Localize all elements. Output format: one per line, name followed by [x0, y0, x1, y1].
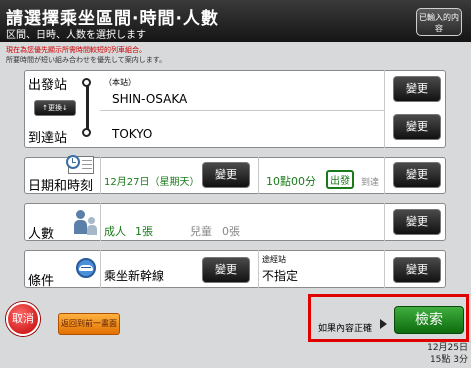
arrival-station: TOKYO	[112, 127, 153, 141]
entered-content-button[interactable]: 已輸入的内容	[416, 8, 462, 36]
people-vdivider-1	[100, 203, 101, 241]
route-vdivider	[384, 70, 385, 148]
train-type: 乘坐新幹線	[104, 269, 165, 283]
notice-text: 現在為您優先顯示所需時間較短的列車組合。	[6, 46, 146, 54]
datetime-vdivider-3	[384, 157, 385, 194]
change-train-type-button[interactable]: 變更	[202, 257, 250, 283]
via-label: 途經站	[262, 255, 286, 264]
back-button[interactable]: 返回到前一畫面	[58, 313, 120, 335]
conditions-vdivider-3	[384, 250, 385, 288]
people-vdivider-2	[384, 203, 385, 241]
change-arrival-button[interactable]: 變更	[393, 114, 441, 140]
datetime-date: 12月27日（星期天）	[104, 177, 200, 188]
change-people-button[interactable]: 變更	[393, 209, 441, 235]
datetime-label: 日期和時刻	[28, 179, 94, 194]
arrival-label: 到達站	[28, 131, 68, 146]
datetime-vdivider-1	[100, 157, 101, 194]
search-button[interactable]: 檢索	[394, 306, 464, 334]
departure-note: （本站）	[104, 78, 136, 87]
arrow-right-icon	[380, 319, 387, 329]
datetime-time: 10點00分	[266, 175, 316, 188]
cancel-button[interactable]: 取消	[6, 302, 40, 336]
conditions-vdivider-2	[258, 250, 259, 288]
via-value: 不指定	[262, 269, 299, 283]
change-date-button[interactable]: 變更	[202, 162, 250, 188]
header-bar: 請選擇乘坐區間·時間·人數 区間、日時、人数を選択します 已輸入的内容	[0, 0, 471, 42]
change-time-button[interactable]: 變更	[393, 162, 441, 188]
route-divider	[100, 110, 384, 111]
depart-tag: 出發	[326, 170, 354, 189]
conditions-vdivider-1	[100, 250, 101, 288]
departure-label: 出發站	[28, 78, 68, 93]
arrive-tag: 到達	[361, 178, 380, 188]
people-label: 人數	[28, 227, 55, 242]
child-count: 0張	[222, 225, 240, 238]
page-subtitle: 区間、日時、人数を選択します	[6, 30, 146, 41]
confirm-text: 如果內容正確	[318, 324, 373, 334]
shinkansen-icon	[76, 258, 96, 282]
route-line	[86, 82, 89, 132]
route-dot-end-icon	[82, 128, 91, 137]
calendar-clock-icon	[66, 155, 94, 174]
adult-label: 成人	[104, 225, 126, 238]
adult-count: 1張	[135, 225, 153, 238]
child-label: 兒童	[190, 225, 212, 238]
departure-station: SHIN-OSAKA	[112, 92, 188, 106]
swap-stations-button[interactable]: ↑更換↓	[34, 100, 76, 116]
conditions-label: 條件	[28, 274, 55, 289]
clock-time: 15點 3分	[429, 355, 468, 365]
clock-date: 12月25日	[427, 343, 468, 353]
route-dot-start-icon	[82, 78, 91, 87]
change-departure-button[interactable]: 變更	[393, 76, 441, 102]
notice-subtext: 所要時間が短い組み合わせを優先して案内します。	[6, 56, 167, 64]
datetime-vdivider-2	[258, 157, 259, 194]
change-via-button[interactable]: 變更	[393, 257, 441, 283]
people-icon	[74, 210, 98, 238]
system-clock: 12月25日 15點 3分	[424, 342, 468, 366]
